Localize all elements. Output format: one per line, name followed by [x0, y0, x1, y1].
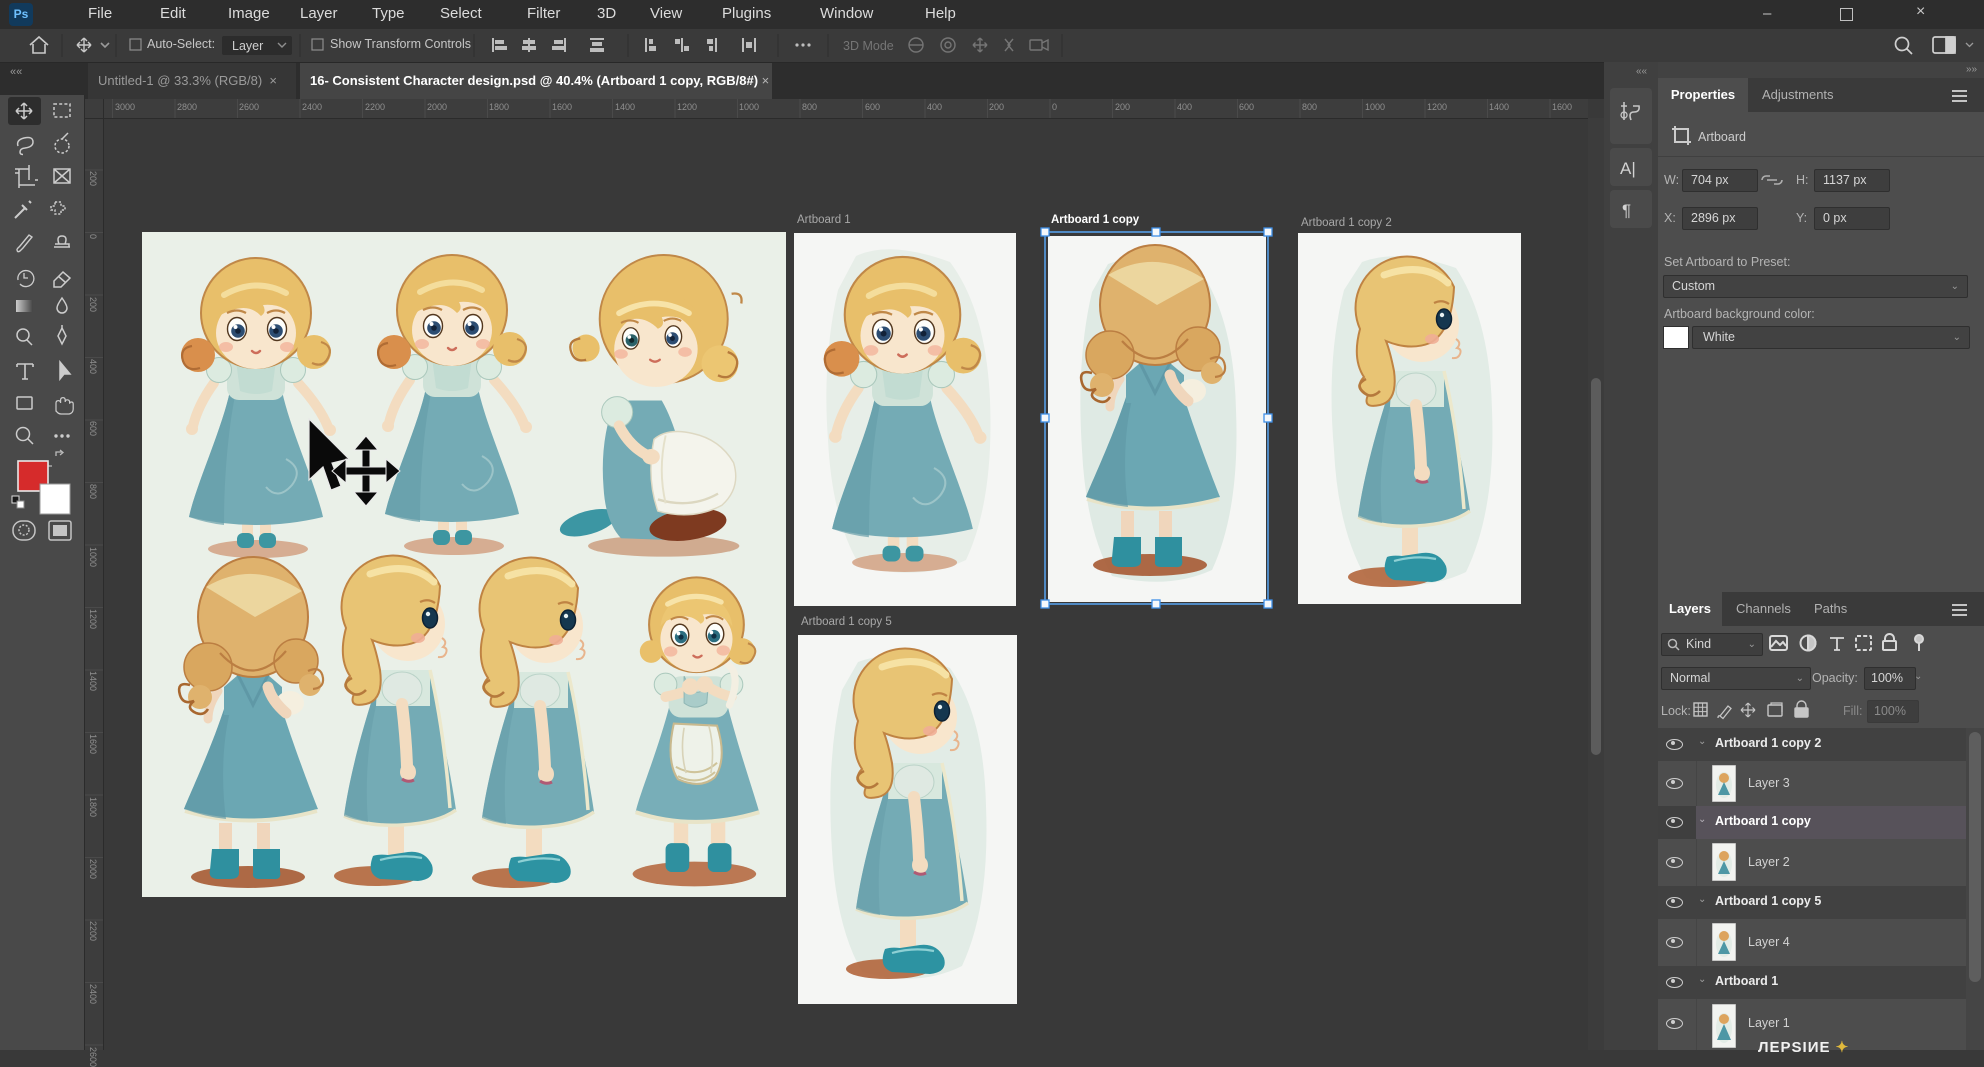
- svg-text:Artboard 1 copy 5: Artboard 1 copy 5: [801, 616, 892, 628]
- svg-text:Layer: Layer: [232, 39, 263, 53]
- svg-text:Artboard 1 copy: Artboard 1 copy: [1051, 214, 1140, 226]
- svg-text:¶: ¶: [1622, 201, 1631, 220]
- svg-text:Artboard 1: Artboard 1: [797, 214, 851, 226]
- svg-text:3D Mode: 3D Mode: [843, 39, 894, 53]
- svg-text:Artboard 1 copy 2: Artboard 1 copy 2: [1301, 217, 1392, 229]
- svg-text:A|: A|: [1620, 159, 1636, 178]
